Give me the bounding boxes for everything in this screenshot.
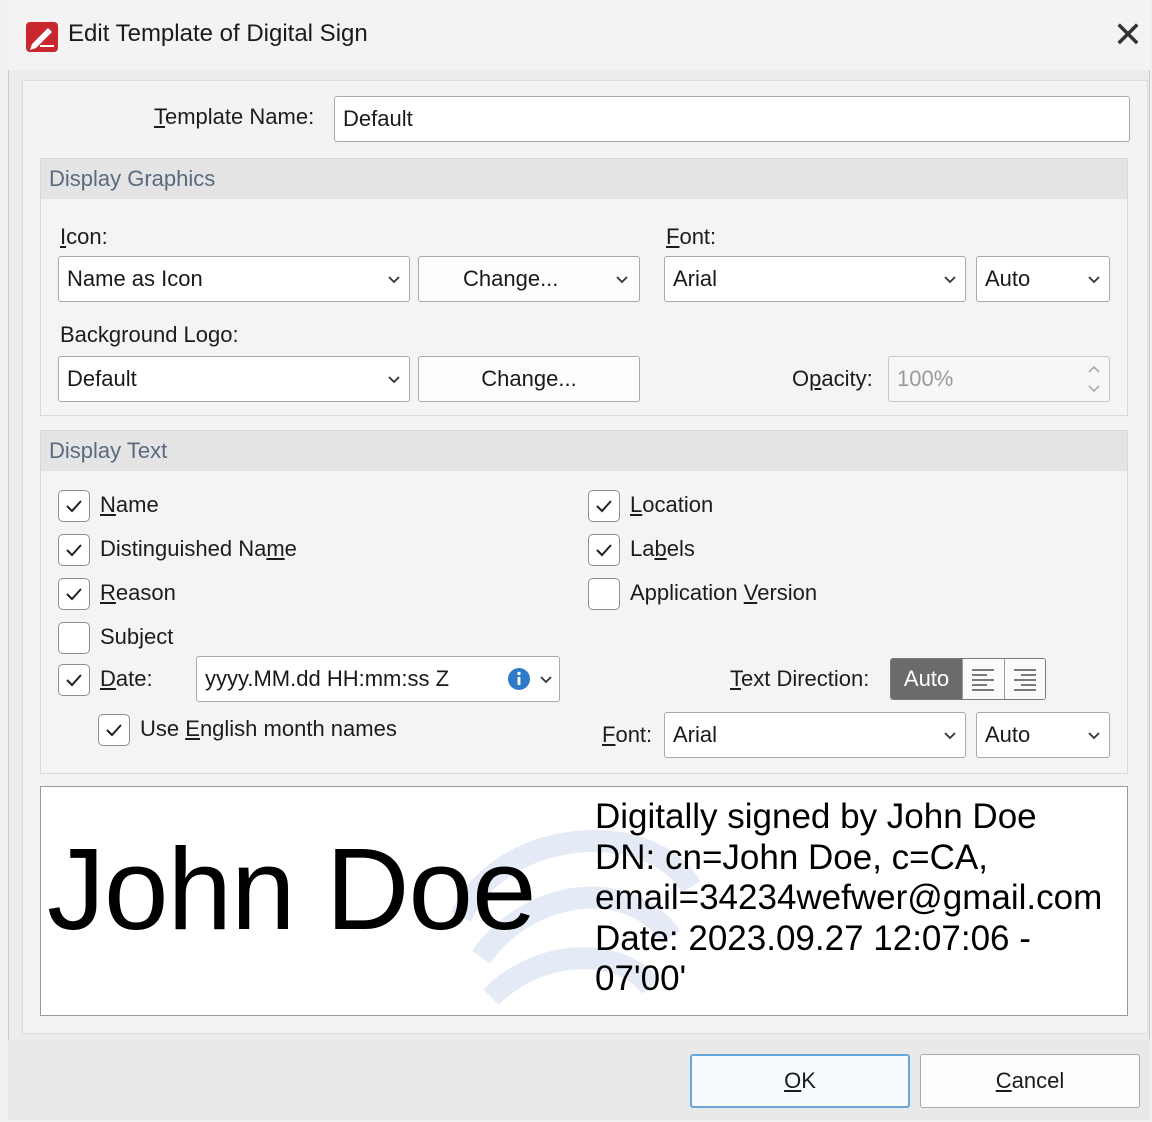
close-icon[interactable]: ✕ bbox=[1108, 16, 1148, 56]
chevron-down-icon bbox=[616, 276, 628, 284]
checkmark-icon bbox=[106, 724, 122, 737]
labels-checkbox[interactable] bbox=[588, 534, 620, 566]
font-label: Font: bbox=[666, 224, 717, 249]
preview-line: 07'00' bbox=[595, 959, 687, 998]
cancel-button[interactable]: Cancel bbox=[920, 1054, 1140, 1108]
checkmark-icon bbox=[596, 500, 612, 513]
reason-checkbox[interactable] bbox=[58, 578, 90, 610]
distinguished-name-checkbox-label[interactable]: Distinguished Name bbox=[100, 536, 297, 562]
preview-line: Date: 2023.09.27 12:07:06 - bbox=[595, 918, 1031, 958]
background-logo-select[interactable]: Default bbox=[58, 356, 410, 402]
reason-checkbox-label[interactable]: Reason bbox=[100, 580, 176, 606]
info-icon[interactable] bbox=[507, 667, 531, 691]
location-checkbox[interactable] bbox=[588, 490, 620, 522]
distinguished-name-checkbox[interactable] bbox=[58, 534, 90, 566]
checkmark-icon bbox=[66, 500, 82, 513]
application-version-checkbox[interactable] bbox=[588, 578, 620, 610]
background-logo-label: Background Logo: bbox=[60, 322, 239, 347]
date-checkbox[interactable] bbox=[58, 664, 90, 696]
name-checkbox-label[interactable]: Name bbox=[100, 492, 159, 518]
chevron-down-icon bbox=[1088, 732, 1100, 740]
text-direction-auto[interactable]: Auto bbox=[891, 659, 963, 699]
chevron-down-icon bbox=[944, 732, 956, 740]
location-checkbox-label[interactable]: Location bbox=[630, 492, 713, 518]
template-name-input[interactable]: Default bbox=[334, 96, 1130, 142]
chevron-down-icon bbox=[944, 276, 956, 284]
align-right-icon[interactable] bbox=[1003, 659, 1045, 699]
icon-select[interactable]: Name as Icon bbox=[58, 256, 410, 302]
foxit-pen-icon bbox=[26, 22, 58, 52]
align-left-icon[interactable] bbox=[962, 659, 1004, 699]
name-checkbox[interactable] bbox=[58, 490, 90, 522]
preview-line: email=34234wefwer@gmail.com bbox=[595, 878, 1103, 917]
checkmark-icon bbox=[66, 588, 82, 601]
checkmark-icon bbox=[66, 674, 82, 687]
text-direction-segmented: Auto bbox=[890, 658, 1046, 700]
window-title: Edit Template of Digital Sign bbox=[68, 20, 368, 47]
english-month-names-checkbox[interactable] bbox=[98, 714, 130, 746]
english-month-names-label[interactable]: Use English month names bbox=[140, 716, 397, 742]
chevron-down-icon bbox=[540, 676, 552, 684]
ok-button[interactable]: OK bbox=[690, 1054, 910, 1108]
text-direction-label: Text Direction: bbox=[730, 666, 870, 691]
icon-label: Icon: bbox=[60, 224, 108, 249]
opacity-spinner[interactable]: 100% bbox=[888, 356, 1110, 402]
text-font-label: Font: bbox=[602, 722, 653, 747]
chevron-down-icon bbox=[388, 276, 400, 284]
preview-signature-details: Digitally signed by John Doe DN: cn=John… bbox=[595, 797, 1102, 1000]
date-format-select[interactable]: yyyy.MM.dd HH:mm:ss Z bbox=[196, 656, 560, 702]
preview-line: DN: cn=John Doe, c=CA, bbox=[595, 837, 988, 877]
opacity-label: Opacity: bbox=[792, 366, 873, 391]
checkmark-icon bbox=[66, 544, 82, 557]
text-font-size-select[interactable]: Auto bbox=[976, 712, 1110, 758]
template-name-label: Template Name: bbox=[154, 104, 315, 129]
chevron-down-icon bbox=[388, 376, 400, 384]
subject-checkbox[interactable] bbox=[58, 622, 90, 654]
spinner-arrows-icon[interactable] bbox=[1087, 362, 1101, 396]
preview-signer-name: John Doe bbox=[47, 824, 537, 954]
text-font-select[interactable]: Arial bbox=[664, 712, 966, 758]
display-text-heading: Display Text bbox=[41, 431, 1127, 471]
application-version-checkbox-label[interactable]: Application Version bbox=[630, 580, 817, 606]
labels-checkbox-label[interactable]: Labels bbox=[630, 536, 695, 562]
date-checkbox-label[interactable]: Date: bbox=[100, 666, 153, 692]
checkmark-icon bbox=[596, 544, 612, 557]
chevron-down-icon bbox=[1088, 276, 1100, 284]
logo-change-button[interactable]: Change... bbox=[418, 356, 640, 402]
icon-change-button[interactable]: Change... bbox=[418, 256, 640, 302]
signature-preview: John Doe Digitally signed by John Doe DN… bbox=[40, 786, 1128, 1016]
graphics-font-select[interactable]: Arial bbox=[664, 256, 966, 302]
display-graphics-heading: Display Graphics bbox=[41, 159, 1127, 199]
subject-checkbox-label[interactable]: Subject bbox=[100, 624, 173, 650]
graphics-font-size-select[interactable]: Auto bbox=[976, 256, 1110, 302]
preview-line: Digitally signed by John Doe bbox=[595, 797, 1037, 836]
